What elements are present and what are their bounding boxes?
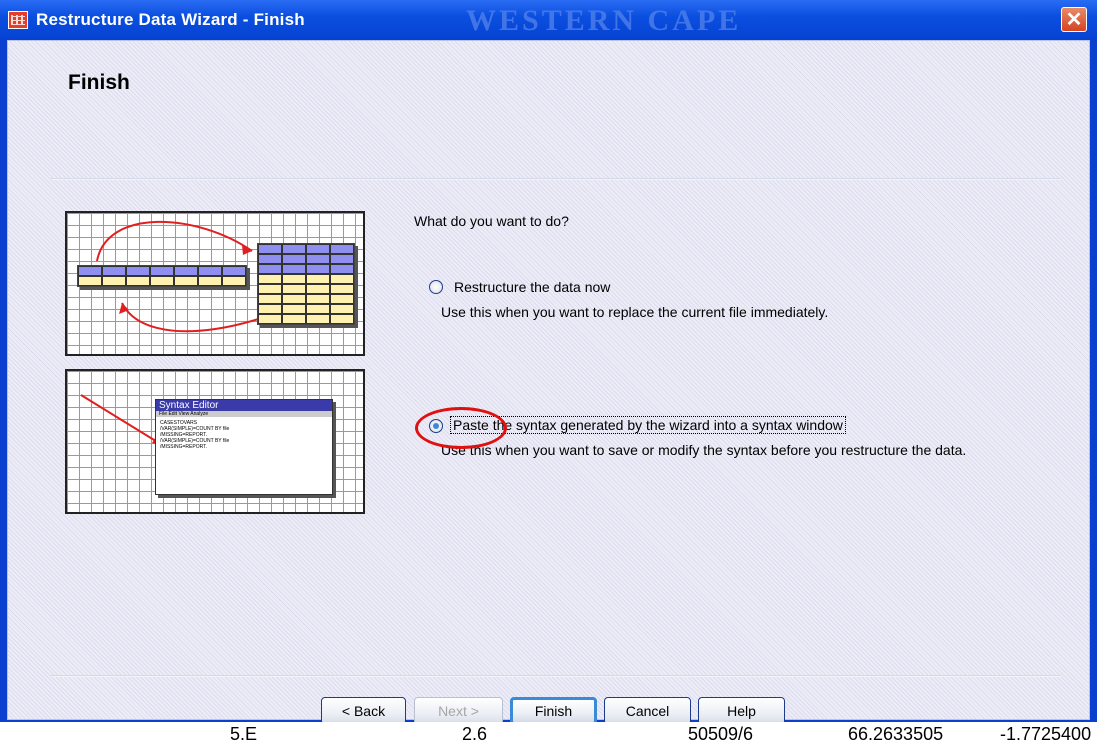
close-button[interactable]: ✕ — [1061, 7, 1087, 32]
finish-button[interactable]: Finish — [510, 697, 597, 725]
wizard-content: Finish Syntax Editor File Edit View Anal… — [7, 40, 1090, 725]
background-data-strip: 5.E 2.6 50509/6 66.2633505 -1.7725400 — [0, 722, 1097, 748]
syntax-illustration: Syntax Editor File Edit View Analyze CAS… — [65, 369, 365, 514]
paste-syntax-label[interactable]: Paste the syntax generated by the wizard… — [450, 416, 846, 434]
syntax-editor-body: CASESTOVARS /VAR(SIMPLE)=COUNT BY file /… — [156, 417, 332, 453]
syntax-editor-title: Syntax Editor — [156, 400, 332, 411]
background-cell: -1.7725400 — [1000, 724, 1092, 744]
restructure-now-radio[interactable] — [429, 280, 443, 294]
background-cell: 66.2633505 — [848, 724, 944, 744]
footer-divider — [51, 675, 1061, 677]
next-button[interactable]: Next > — [414, 697, 503, 725]
restructure-now-description: Use this when you want to replace the cu… — [441, 304, 829, 320]
syntax-editor-graphic: Syntax Editor File Edit View Analyze CAS… — [155, 399, 333, 495]
paste-syntax-label-text: Paste the syntax generated by the wizard… — [450, 416, 846, 434]
header-divider — [51, 178, 1061, 180]
cancel-button[interactable]: Cancel — [604, 697, 691, 725]
background-cell: 2.6 — [462, 724, 488, 744]
help-button[interactable]: Help — [698, 697, 785, 725]
spss-table-icon — [8, 11, 28, 29]
long-table-graphic — [257, 243, 355, 325]
syntax-line: /MISSING=REPORT. — [160, 444, 208, 450]
back-button[interactable]: < Back — [321, 697, 406, 725]
watermark-text: WESTERN CAPE — [466, 4, 742, 37]
background-cell: 50509/6 — [688, 724, 754, 744]
restructure-now-label[interactable]: Restructure the data now — [454, 279, 610, 295]
background-cell: 5.E — [230, 724, 258, 744]
wizard-window: Restructure Data Wizard - Finish WESTERN… — [0, 0, 1097, 725]
wide-table-graphic — [77, 265, 247, 287]
page-title: Finish — [68, 71, 130, 94]
window-title: Restructure Data Wizard - Finish — [36, 10, 305, 29]
title-bar[interactable]: Restructure Data Wizard - Finish WESTERN… — [0, 0, 1097, 40]
question-text: What do you want to do? — [414, 213, 569, 229]
paste-syntax-description: Use this when you want to save or modify… — [441, 442, 967, 458]
restructure-illustration — [65, 211, 365, 356]
paste-syntax-radio[interactable] — [429, 419, 443, 433]
